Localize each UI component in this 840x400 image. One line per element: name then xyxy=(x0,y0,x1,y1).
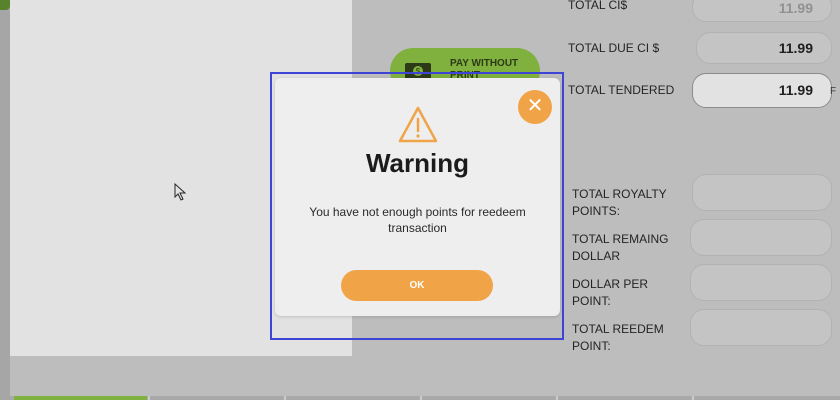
close-icon: ✕ xyxy=(526,95,544,117)
warning-triangle-icon xyxy=(398,106,438,143)
close-button[interactable]: ✕ xyxy=(518,90,552,124)
dialog-title: Warning xyxy=(365,148,470,178)
dialog-message: You have not enough points for reedeem t… xyxy=(309,205,526,235)
ok-button[interactable]: OK xyxy=(341,270,493,301)
